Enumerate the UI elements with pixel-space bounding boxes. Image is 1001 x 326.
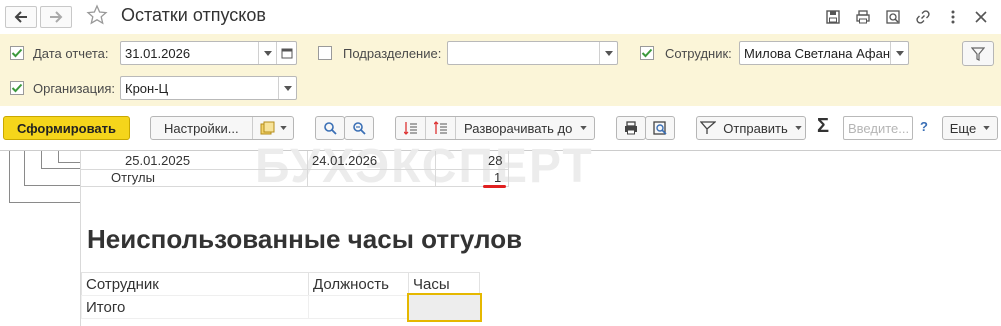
tree-line bbox=[41, 168, 81, 169]
row-category[interactable]: Отгулы bbox=[111, 170, 155, 185]
arrow-left-icon bbox=[14, 11, 27, 23]
row-end-date[interactable]: 24.01.2026 bbox=[312, 153, 377, 168]
report-date-dropdown[interactable] bbox=[258, 42, 276, 64]
preview-icon[interactable] bbox=[882, 6, 904, 28]
division-dropdown[interactable] bbox=[599, 42, 617, 64]
help-button[interactable]: ? bbox=[920, 119, 928, 134]
save-icon[interactable] bbox=[822, 6, 844, 28]
sum-button[interactable]: Σ bbox=[817, 115, 829, 138]
tree-line bbox=[58, 162, 81, 163]
chevron-down-icon bbox=[795, 126, 802, 130]
tree-line bbox=[9, 151, 10, 203]
report-area: БУХЭКСПЕРТ 25.01.2025 24.01.2026 28 Отгу… bbox=[0, 140, 1001, 326]
table-total-hours-selected[interactable] bbox=[407, 293, 482, 322]
division-field[interactable] bbox=[447, 41, 618, 65]
organization-value: Крон-Ц bbox=[125, 80, 169, 96]
division-checkbox[interactable] bbox=[318, 46, 332, 60]
grid-line bbox=[81, 186, 509, 187]
grouping-toolbar: Разворачивать до bbox=[395, 116, 595, 140]
tree-line bbox=[24, 151, 25, 186]
search-next-icon bbox=[353, 122, 366, 135]
checkmark-icon bbox=[11, 83, 23, 93]
expand-groups-icon bbox=[433, 121, 447, 134]
search-next-button[interactable] bbox=[344, 116, 374, 140]
row-days[interactable]: 28 bbox=[488, 153, 502, 168]
close-icon[interactable] bbox=[970, 6, 992, 28]
report-date-field[interactable]: 31.01.2026 bbox=[120, 41, 297, 65]
checkmark-icon bbox=[11, 48, 23, 58]
title-bar: Остатки отпусков bbox=[0, 0, 1001, 34]
send-button[interactable]: Отправить bbox=[696, 116, 806, 140]
organization-label: Организация: bbox=[33, 81, 116, 96]
send-label: Отправить bbox=[723, 120, 788, 136]
variants-button[interactable] bbox=[252, 117, 293, 139]
division-label: Подразделение: bbox=[343, 46, 442, 61]
table-header-employee[interactable]: Сотрудник bbox=[81, 272, 309, 296]
more-vertical-icon[interactable] bbox=[942, 6, 964, 28]
filter-settings-button[interactable] bbox=[962, 41, 994, 66]
report-date-value: 31.01.2026 bbox=[125, 45, 191, 61]
organization-checkbox[interactable] bbox=[10, 81, 24, 95]
calendar-button[interactable] bbox=[276, 42, 296, 64]
forward-button[interactable] bbox=[40, 6, 72, 28]
report-date-checkbox[interactable] bbox=[10, 46, 24, 60]
print-icon[interactable] bbox=[852, 6, 874, 28]
calendar-icon bbox=[281, 48, 292, 59]
chevron-down-icon bbox=[279, 126, 287, 130]
link-icon[interactable] bbox=[912, 6, 934, 28]
funnel-icon bbox=[971, 46, 985, 61]
chevron-down-icon bbox=[580, 126, 588, 130]
checkmark-icon bbox=[641, 48, 653, 58]
chevron-down-icon bbox=[983, 126, 990, 130]
section-title: Неиспользованные часы отгулов bbox=[87, 224, 523, 254]
red-underline-annotation bbox=[483, 185, 506, 188]
collapse-groups-icon bbox=[403, 122, 417, 135]
tree-line bbox=[24, 185, 81, 186]
row-start-date[interactable]: 25.01.2025 bbox=[125, 153, 190, 168]
expand-groups-button[interactable] bbox=[426, 117, 456, 139]
chevron-down-icon bbox=[283, 85, 292, 91]
employee-checkbox[interactable] bbox=[640, 46, 654, 60]
search-button[interactable] bbox=[315, 116, 345, 140]
print-preview-button[interactable] bbox=[645, 116, 675, 140]
employee-value: Милова Светлана Афан bbox=[744, 45, 891, 61]
table-total-position[interactable] bbox=[308, 295, 409, 319]
more-label: Еще bbox=[949, 120, 977, 136]
back-button[interactable] bbox=[5, 6, 37, 28]
print-button[interactable] bbox=[616, 116, 646, 140]
tree-line bbox=[9, 202, 81, 203]
report-date-label: Дата отчета: bbox=[33, 46, 109, 61]
employee-dropdown[interactable] bbox=[890, 42, 908, 64]
print-icon bbox=[625, 121, 637, 135]
arrow-right-icon bbox=[50, 11, 63, 23]
generate-button[interactable]: Сформировать bbox=[3, 116, 130, 140]
organization-field[interactable]: Крон-Ц bbox=[120, 76, 297, 100]
favorite-star-icon[interactable] bbox=[86, 4, 108, 26]
table-total-label[interactable]: Итого bbox=[81, 295, 309, 319]
settings-button-group: Настройки... bbox=[150, 116, 294, 140]
filter-panel: Дата отчета: 31.01.2026 Подразделение: С… bbox=[0, 34, 1001, 106]
more-button[interactable]: Еще bbox=[942, 116, 998, 140]
print-preview-icon bbox=[653, 121, 667, 135]
page-title: Остатки отпусков bbox=[121, 5, 266, 25]
chevron-down-icon bbox=[895, 50, 904, 56]
chevron-down-icon bbox=[604, 50, 613, 56]
collapse-groups-button[interactable] bbox=[396, 117, 426, 139]
send-icon bbox=[700, 121, 717, 134]
sum-input[interactable]: Введите... bbox=[843, 116, 913, 140]
report-variants-icon bbox=[260, 121, 274, 135]
expand-to-button[interactable]: Разворачивать до bbox=[456, 120, 588, 136]
organization-dropdown[interactable] bbox=[278, 77, 296, 99]
employee-field[interactable]: Милова Светлана Афан bbox=[739, 41, 909, 65]
employee-label: Сотрудник: bbox=[665, 46, 732, 61]
table-header-position[interactable]: Должность bbox=[308, 272, 409, 296]
settings-button[interactable]: Настройки... bbox=[151, 121, 252, 136]
chevron-down-icon bbox=[263, 50, 272, 56]
row-category-value[interactable]: 1 bbox=[494, 170, 501, 185]
tree-line bbox=[41, 151, 42, 169]
expand-to-label: Разворачивать до bbox=[464, 120, 573, 136]
search-icon bbox=[324, 122, 337, 135]
